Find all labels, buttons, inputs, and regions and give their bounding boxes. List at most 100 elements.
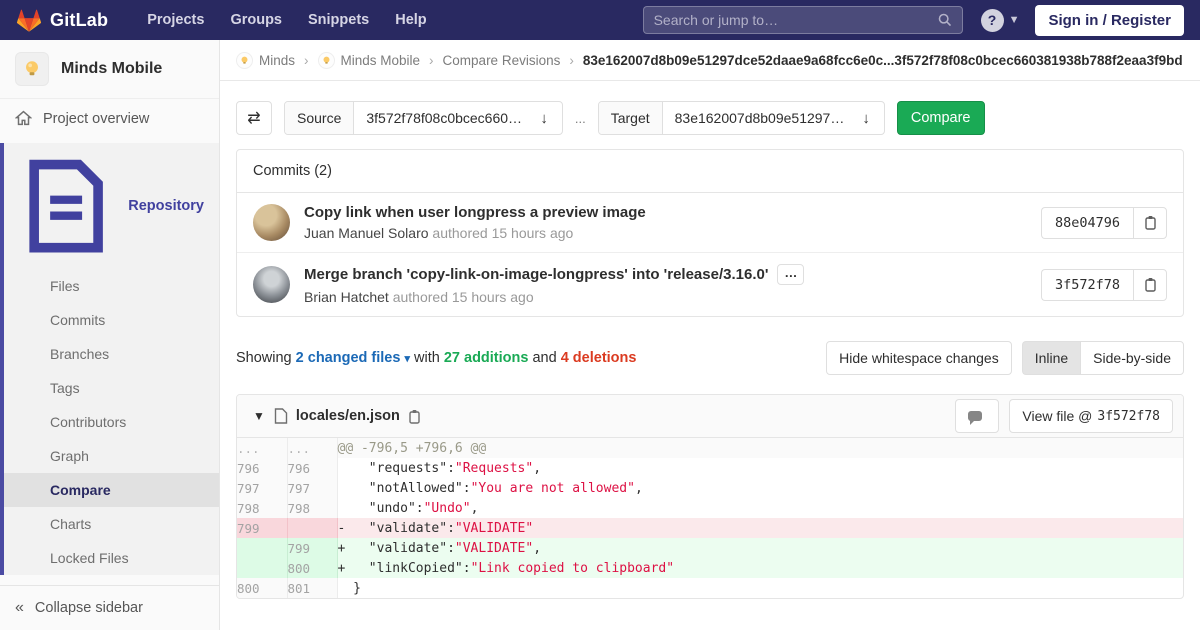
chevron-down-icon: ▼ — [1009, 14, 1020, 26]
sidebar-item-project-overview[interactable]: Project overview — [0, 99, 219, 138]
new-line-number[interactable] — [287, 518, 337, 538]
search-input[interactable]: Search or jump to… — [643, 6, 963, 34]
sidebar-item-charts[interactable]: Charts — [4, 507, 219, 541]
commit-title-row: Copy link when user longpress a preview … — [304, 204, 1025, 221]
hide-whitespace-button[interactable]: Hide whitespace changes — [826, 341, 1012, 375]
sidebar-item-graph[interactable]: Graph — [4, 439, 219, 473]
copy-sha-button[interactable] — [1133, 207, 1167, 239]
commit-sha[interactable]: 3f572f78 — [1041, 269, 1133, 301]
nav-link-help[interactable]: Help — [382, 0, 439, 40]
gitlab-logo[interactable]: GitLab — [16, 8, 108, 33]
breadcrumb-item-compare-revisions[interactable]: Compare Revisions — [443, 53, 561, 68]
help-menu[interactable]: ? ▼ — [981, 9, 1020, 32]
changed-files-dropdown[interactable]: 2 changed files ▾ — [296, 350, 410, 366]
commit-author-avatar[interactable] — [253, 204, 290, 241]
breadcrumb-item-minds[interactable]: Minds — [259, 53, 295, 68]
target-ref-dropdown[interactable]: Target 83e162007d8b09e51297… ↓ — [598, 101, 885, 135]
collapse-sidebar-button[interactable]: « Collapse sidebar — [0, 586, 219, 630]
new-line-number[interactable]: 801 — [287, 578, 337, 598]
dropdown-arrow-icon: ↓ — [848, 102, 884, 134]
compare-form: ⇄ Source 3f572f78f08c0bcec660… ↓ ... Tar… — [220, 81, 1200, 135]
old-line-number[interactable]: 798 — [237, 498, 287, 518]
commit-author-avatar[interactable] — [253, 266, 290, 303]
commits-list: Copy link when user longpress a preview … — [237, 193, 1183, 316]
new-line-number[interactable]: 797 — [287, 478, 337, 498]
sign-in-register-button[interactable]: Sign in / Register — [1035, 5, 1184, 36]
toggle-comments-button[interactable] — [955, 399, 999, 433]
copy-sha-button[interactable] — [1133, 269, 1167, 301]
new-line-number[interactable]: 796 — [287, 458, 337, 478]
view-file-button[interactable]: View file @3f572f78 — [1009, 399, 1173, 433]
old-line-number[interactable]: 799 — [237, 518, 287, 538]
target-ref-value: 83e162007d8b09e51297… — [663, 102, 849, 134]
project-context[interactable]: Minds Mobile — [0, 40, 219, 99]
old-line-number[interactable] — [237, 558, 287, 578]
diff-line-content: "requests":"Requests", — [337, 458, 1183, 478]
sidebar-item-compare[interactable]: Compare — [4, 473, 219, 507]
source-ref-dropdown[interactable]: Source 3f572f78f08c0bcec660… ↓ — [284, 101, 563, 135]
new-line-number[interactable]: 800 — [287, 558, 337, 578]
nav-link-snippets[interactable]: Snippets — [295, 0, 382, 40]
code-segment: "requests": — [338, 461, 455, 476]
collapse-file-caret[interactable]: ▼ — [253, 409, 265, 423]
sidebar-item-files[interactable]: Files — [4, 269, 219, 303]
commit-info: Merge branch 'copy-link-on-image-longpre… — [304, 264, 1025, 305]
breadcrumb-separator: › — [569, 53, 574, 68]
diff-line-content: + "validate":"VALIDATE", — [337, 538, 1183, 558]
diff-file-actions: View file @3f572f78 — [955, 399, 1173, 433]
commit-author-link[interactable]: Brian Hatchet — [304, 289, 389, 305]
source-ref-value: 3f572f78f08c0bcec660… — [354, 102, 526, 134]
tanuki-icon — [16, 8, 42, 33]
sidebar-item-locked-files[interactable]: Locked Files — [4, 541, 219, 575]
source-label: Source — [285, 102, 354, 134]
old-line-number[interactable]: 796 — [237, 458, 287, 478]
breadcrumb-avatar-icon — [236, 52, 253, 69]
commit-row: Copy link when user longpress a preview … — [237, 193, 1183, 252]
left-sidebar: Minds Mobile Project overview Repository… — [0, 40, 220, 630]
new-line-number[interactable]: 799 — [287, 538, 337, 558]
collapse-sidebar-label: Collapse sidebar — [35, 600, 143, 616]
inline-view-button[interactable]: Inline — [1022, 341, 1080, 375]
commit-author-link[interactable]: Juan Manuel Solaro — [304, 225, 429, 241]
old-line-number[interactable]: ... — [237, 438, 287, 458]
code-segment: "You are not allowed" — [471, 481, 635, 496]
sidebar-item-tags[interactable]: Tags — [4, 371, 219, 405]
commit-title-link[interactable]: Copy link when user longpress a preview … — [304, 204, 646, 221]
sidebar-item-commits[interactable]: Commits — [4, 303, 219, 337]
code-segment: "Undo" — [424, 501, 471, 516]
diff-line-ctx: 798798 "undo":"Undo", — [237, 498, 1183, 518]
new-line-number[interactable]: 798 — [287, 498, 337, 518]
breadcrumb-separator: › — [429, 53, 434, 68]
home-icon — [15, 110, 32, 127]
commit-description-expander[interactable]: … — [777, 264, 804, 285]
nav-link-groups[interactable]: Groups — [217, 0, 295, 40]
new-line-number[interactable]: ... — [287, 438, 337, 458]
swap-revisions-button[interactable]: ⇄ — [236, 101, 272, 135]
summary-showing: Showing — [236, 350, 292, 366]
search-icon — [938, 13, 952, 27]
commit-title-link[interactable]: Merge branch 'copy-link-on-image-longpre… — [304, 266, 768, 283]
commits-header: Commits (2) — [237, 150, 1183, 193]
sidebar-item-contributors[interactable]: Contributors — [4, 405, 219, 439]
commit-sha[interactable]: 88e04796 — [1041, 207, 1133, 239]
side-by-side-view-button[interactable]: Side-by-side — [1080, 341, 1184, 375]
code-segment: "notAllowed": — [338, 481, 471, 496]
main-content: Minds›Minds Mobile›Compare Revisions› 83… — [220, 40, 1200, 630]
project-avatar — [15, 52, 49, 86]
commit-title-row: Merge branch 'copy-link-on-image-longpre… — [304, 264, 1025, 285]
range-separator: ... — [575, 111, 586, 126]
compare-button[interactable]: Compare — [897, 101, 985, 135]
diff-line-content: "notAllowed":"You are not allowed", — [337, 478, 1183, 498]
old-line-number[interactable] — [237, 538, 287, 558]
summary-and: and — [532, 350, 556, 366]
sidebar-item-branches[interactable]: Branches — [4, 337, 219, 371]
code-segment: , — [471, 501, 479, 516]
nav-link-projects[interactable]: Projects — [134, 0, 217, 40]
breadcrumb-item-minds-mobile[interactable]: Minds Mobile — [341, 53, 421, 68]
summary-with: with — [414, 350, 440, 366]
old-line-number[interactable]: 800 — [237, 578, 287, 598]
commit-sha-group: 88e04796 — [1041, 207, 1167, 239]
old-line-number[interactable]: 797 — [237, 478, 287, 498]
sidebar-item-repository[interactable]: Repository — [4, 143, 219, 269]
copy-file-path-icon[interactable] — [408, 409, 421, 424]
